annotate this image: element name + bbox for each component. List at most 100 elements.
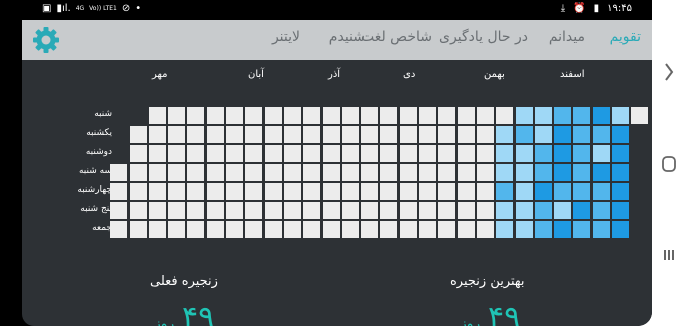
calendar-day-cell: [380, 221, 398, 238]
tab-learning[interactable]: در حال یادگیری: [439, 29, 528, 45]
calendar-day-cell: [283, 126, 301, 143]
calendar-day-cell: [419, 126, 436, 143]
calendar-day-cell: [341, 145, 359, 162]
calendar-day-cell: [245, 202, 263, 219]
calendar-day-cell: [283, 202, 301, 219]
calendar-day-cell: [303, 202, 321, 219]
calendar-day-cell: [399, 145, 417, 162]
weekday-label: یکشنبه: [86, 128, 112, 138]
calendar-day-cell: [515, 183, 533, 200]
calendar-day-cell: [476, 145, 494, 162]
calendar-day-cell: [380, 164, 398, 181]
calendar-day-cell: [534, 126, 552, 143]
calendar-day-cell: [592, 202, 610, 219]
calendar-day-cell: [245, 183, 263, 200]
calendar-day-cell: [187, 145, 205, 162]
calendar-day-cell: [515, 221, 533, 238]
forward-chevron-icon[interactable]: [665, 63, 674, 81]
calendar-day-cell: [129, 164, 147, 181]
calendar-day-cell: [283, 164, 301, 181]
calendar-day-cell: [476, 202, 494, 219]
status-bar: ▣ ▮ıl. 4G Vo)) LTE1 ⊘ • ⤓ ⏰ ▮ ۱۹:۴۵: [0, 0, 652, 20]
calendar-day-cell: [496, 145, 514, 162]
calendar-day-cell: [496, 164, 514, 181]
calendar-day-cell: [283, 183, 301, 200]
calendar-day-cell: [438, 145, 456, 162]
calendar-day-cell: [457, 183, 475, 200]
calendar-day-cell: [380, 126, 398, 143]
system-nav-bar: [652, 0, 690, 326]
calendar-day-cell: [168, 202, 186, 219]
signal-icon: ▮ıl.: [56, 3, 71, 14]
calendar-day-cell: [612, 145, 629, 162]
calendar-day-cell: [612, 202, 629, 219]
volte-label: Vo)) LTE1: [89, 4, 117, 12]
calendar-day-cell: [206, 183, 224, 200]
calendar-day-cell: [573, 145, 591, 162]
tab-heard[interactable]: شنیدم: [329, 29, 365, 45]
status-time: ۱۹:۴۵: [607, 3, 632, 14]
calendar-day-cell: [496, 202, 514, 219]
calendar-day-cell: [476, 164, 494, 181]
tab-leitner[interactable]: لایتنر: [272, 29, 300, 45]
calendar-day-cell: [303, 183, 321, 200]
calendar-day-cell: [283, 145, 301, 162]
calendar-day-cell: [438, 221, 456, 238]
tab-calendar[interactable]: تقویم: [610, 29, 641, 45]
calendar-day-cell: [264, 183, 282, 200]
calendar-day-cell: [361, 126, 379, 143]
calendar-day-cell: [515, 145, 533, 162]
calendar-day-cell: [457, 164, 475, 181]
recent-apps-icon[interactable]: [664, 250, 674, 260]
calendar-day-cell: [380, 145, 398, 162]
calendar-day-cell: [419, 107, 436, 124]
calendar-day-cell: [361, 107, 379, 124]
calendar-day-cell: [554, 107, 572, 124]
month-label: آبان: [248, 69, 264, 80]
calendar-day-cell: [534, 202, 552, 219]
calendar-day-cell: [361, 202, 379, 219]
tab-known[interactable]: میدانم: [549, 29, 585, 45]
calendar-day-cell: [245, 126, 263, 143]
calendar-day-cell: [110, 221, 128, 238]
calendar-day-cell: [496, 183, 514, 200]
calendar-day-cell: [476, 221, 494, 238]
battery-icon: ▮: [593, 3, 600, 14]
calendar-day-cell: [419, 202, 436, 219]
top-tab-bar: تقویم میدانم در حال یادگیری شاخص لغت شنی…: [22, 20, 652, 60]
calendar-day-cell: [399, 183, 417, 200]
wifi-off-icon: ⊘: [121, 3, 131, 14]
calendar-day-cell: [245, 164, 263, 181]
calendar-day-cell: [129, 221, 147, 238]
calendar-day-cell: [457, 126, 475, 143]
best-streak-unit: روز: [460, 316, 481, 326]
calendar-day-cell: [534, 164, 552, 181]
calendar-day-cell: [438, 202, 456, 219]
calendar-day-cell: [245, 107, 263, 124]
settings-gear-icon[interactable]: [31, 25, 61, 55]
tab-word-index[interactable]: شاخص لغت: [361, 29, 432, 45]
calendar-day-cell: [612, 164, 629, 181]
calendar-day-cell: [148, 145, 166, 162]
calendar-day-cell: [303, 126, 321, 143]
current-streak-unit: روز: [154, 316, 175, 326]
calendar-day-cell: [457, 107, 475, 124]
current-streak-value: ۴۹: [182, 300, 215, 326]
calendar-day-cell: [322, 183, 340, 200]
calendar-day-cell: [283, 107, 301, 124]
calendar-day-cell: [283, 221, 301, 238]
calendar-day-cell: [322, 202, 340, 219]
calendar-day-cell: [612, 126, 629, 143]
calendar-day-cell: [226, 221, 243, 238]
calendar-day-cell: [419, 164, 436, 181]
calendar-day-cell: [554, 126, 572, 143]
calendar-day-cell: [168, 126, 186, 143]
home-button-icon[interactable]: [662, 156, 676, 172]
calendar-day-cell: [303, 221, 321, 238]
calendar-day-cell: [631, 107, 649, 124]
calendar-day-cell: [554, 183, 572, 200]
calendar-day-cell: [457, 221, 475, 238]
calendar-day-cell: [187, 221, 205, 238]
calendar-day-cell: [419, 145, 436, 162]
calendar-day-cell: [206, 221, 224, 238]
